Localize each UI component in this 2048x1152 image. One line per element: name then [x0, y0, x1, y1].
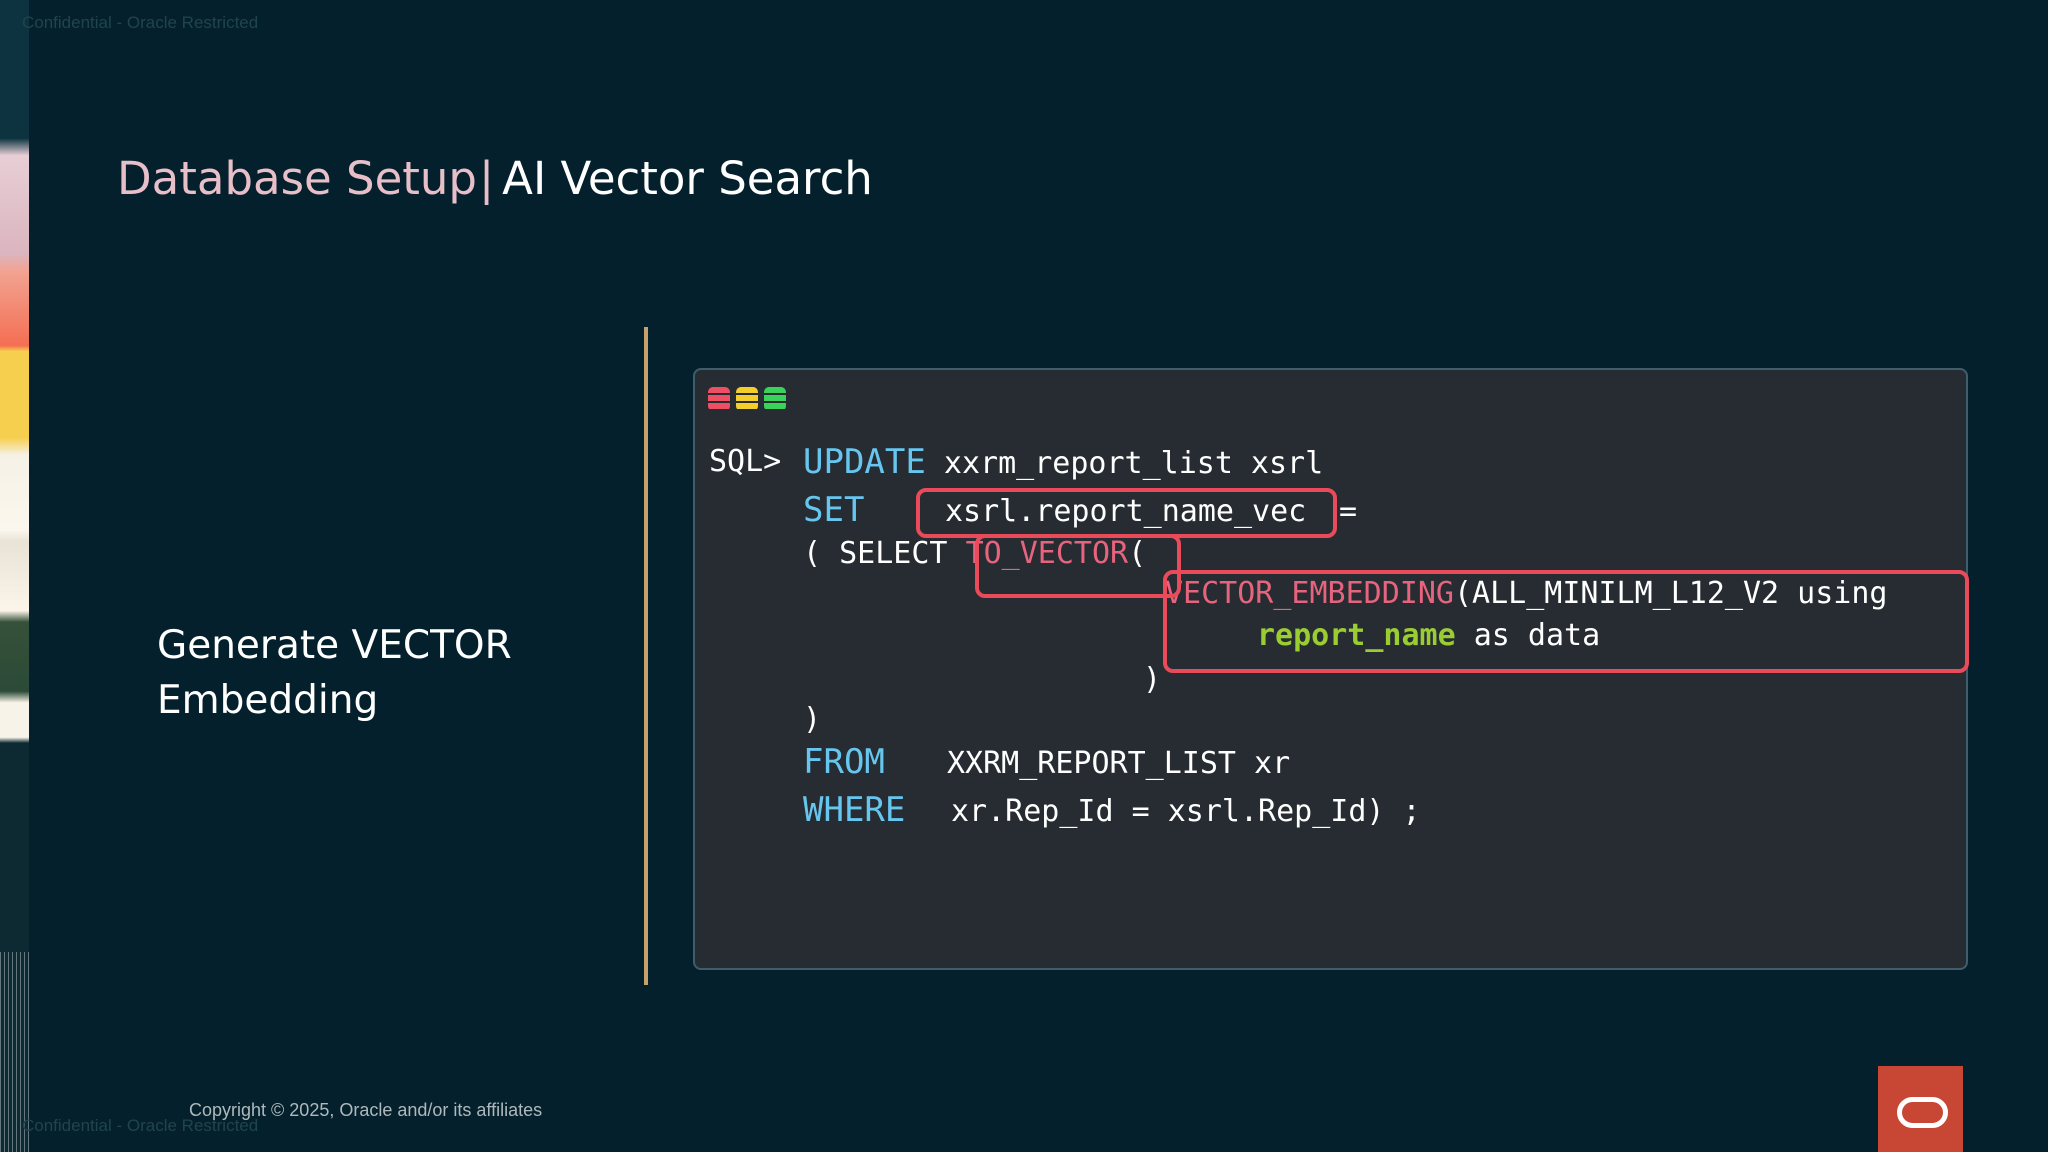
oracle-logo	[1878, 1066, 1963, 1152]
closing-paren-outer: )	[803, 702, 822, 737]
sql-terminal-window: SQL> UPDATE xxrm_report_list xsrl SET xs…	[693, 368, 1969, 970]
database-icon-yellow	[736, 387, 758, 411]
highlight-box-embedding	[1163, 570, 1969, 673]
code-line-where: WHERE	[803, 790, 905, 832]
copyright-notice: Copyright © 2025, Oracle and/or its affi…	[189, 1100, 543, 1120]
title-separator: |	[479, 152, 495, 205]
keyword-set: SET	[803, 490, 865, 530]
slide-title: Database Setup| AI Vector Search	[117, 152, 873, 205]
where-condition: xr.Rep_Id = xsrl.Rep_Id) ;	[951, 794, 1421, 829]
highlight-box-set-target	[916, 488, 1337, 538]
from-table: XXRM_REPORT_LIST xr	[947, 746, 1291, 781]
database-icon-red	[708, 387, 730, 411]
decorative-side-band	[0, 0, 29, 1152]
select-open: ( SELECT	[803, 536, 966, 571]
terminal-window-icons	[708, 387, 786, 411]
set-equals: =	[1339, 494, 1358, 529]
vertical-divider	[644, 327, 648, 985]
code-line-update: UPDATE xxrm_report_list xsrl	[803, 442, 1323, 484]
keyword-where: WHERE	[803, 790, 906, 830]
closing-paren-inner: )	[1143, 662, 1162, 697]
highlight-box-to-vector	[975, 534, 1181, 598]
update-table: xxrm_report_list xsrl	[925, 446, 1324, 481]
classification-label-top: Confidential - Oracle Restricted	[22, 13, 259, 32]
keyword-update: UPDATE	[803, 442, 926, 482]
title-topic: AI Vector Search	[502, 152, 873, 205]
step-description: Generate VECTOR Embedding	[157, 623, 512, 723]
code-line-from: FROM	[803, 742, 885, 784]
sql-prompt: SQL>	[709, 444, 782, 479]
keyword-from: FROM	[803, 742, 885, 782]
database-icon-green	[764, 387, 786, 411]
title-section: Database Setup	[117, 152, 477, 205]
code-line-set: SET	[803, 490, 864, 532]
